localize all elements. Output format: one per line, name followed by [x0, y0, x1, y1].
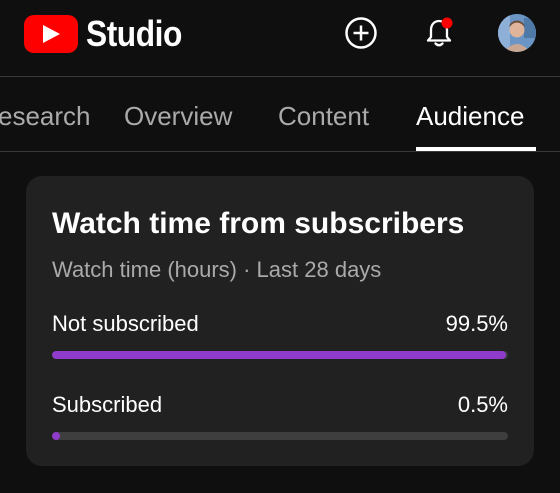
notifications-button[interactable] — [422, 16, 456, 50]
subscribed-bar — [52, 432, 508, 440]
tab-audience[interactable]: Audience — [416, 101, 524, 131]
card-subtitle: Watch time (hours) · Last 28 days — [52, 257, 382, 282]
play-icon — [43, 25, 60, 43]
create-plus-icon — [345, 17, 377, 49]
notifications-bell-icon — [426, 17, 453, 47]
not-subscribed-bar — [52, 351, 508, 359]
avatar[interactable] — [498, 14, 536, 52]
notification-dot — [441, 17, 453, 29]
not-subscribed-label: Not subscribed — [52, 311, 199, 336]
studio-logo-text: Studio — [86, 13, 182, 54]
not-subscribed-value: 99.5% — [445, 311, 508, 336]
not-subscribed-bar-fill — [52, 351, 506, 359]
create-button[interactable] — [344, 16, 378, 50]
tab-content[interactable]: Content — [278, 101, 369, 131]
tabs-divider — [0, 151, 560, 152]
tab-research[interactable]: esearch — [0, 101, 91, 131]
tab-overview[interactable]: Overview — [124, 101, 232, 131]
app-header: Studio — [0, 0, 560, 76]
youtube-logo-icon — [24, 15, 78, 53]
tab-bar: esearch Overview Content Audience — [0, 77, 560, 151]
youtube-studio-logo[interactable]: Studio — [24, 14, 195, 54]
watch-time-subscribers-card[interactable]: Watch time from subscribers Watch time (… — [26, 176, 534, 466]
subscribed-bar-fill — [52, 432, 60, 440]
card-title: Watch time from subscribers — [52, 207, 465, 240]
subscribed-value: 0.5% — [457, 392, 508, 417]
avatar-image — [498, 14, 536, 52]
subscribed-label: Subscribed — [52, 392, 163, 417]
